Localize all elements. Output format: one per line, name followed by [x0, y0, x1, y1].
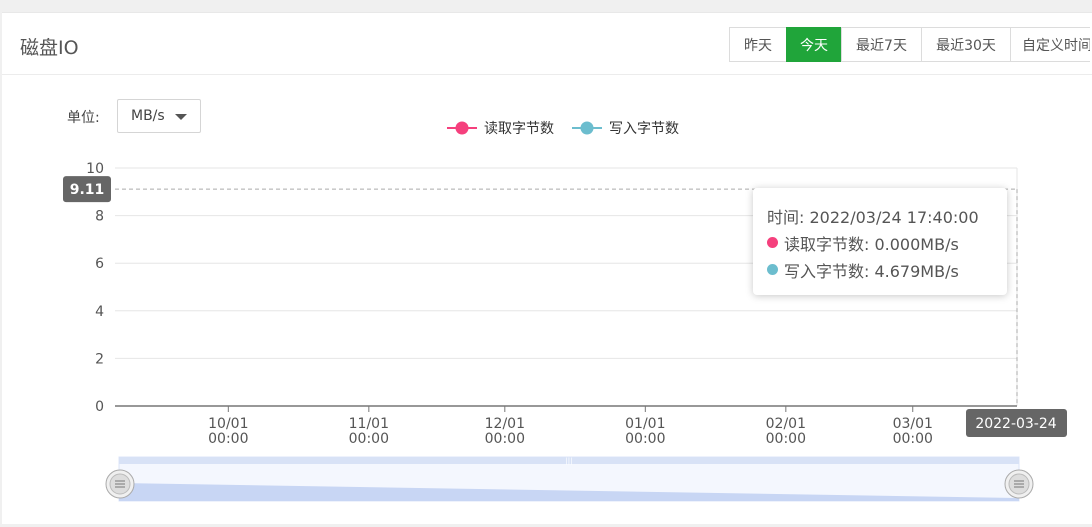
zoom-grip-icon: |||: [565, 457, 572, 465]
x-tick-sublabel-0: 00:00: [208, 431, 248, 447]
y-tick-label-0: 0: [95, 399, 104, 415]
y-tick-label-4: 8: [95, 209, 104, 225]
legend-label-0[interactable]: 读取字节数: [484, 120, 554, 137]
x-tick-sublabel-5: 00:00: [893, 431, 933, 447]
x-tick-label-1: 11/01: [349, 416, 389, 432]
x-tick-sublabel-4: 00:00: [766, 431, 806, 447]
crosshair-x-label: 2022-03-24: [975, 416, 1056, 432]
chart-tooltip: 时间: 2022/03/24 17:40:00 读取字节数: 0.000MB/s…: [753, 188, 1007, 295]
legend-label-1[interactable]: 写入字节数: [609, 121, 679, 137]
tooltip-time: 时间: 2022/03/24 17:40:00: [767, 207, 979, 227]
tooltip-write-row: 写入字节数: 4.679MB/s: [767, 256, 993, 283]
x-tick-sublabel-3: 00:00: [625, 431, 665, 447]
y-tick-label-3: 6: [95, 256, 104, 272]
chart-legend: 读取字节数 写入字节数: [447, 120, 679, 137]
x-tick-label-3: 01/01: [625, 416, 665, 432]
data-zoom-slider: |||: [105, 456, 1034, 502]
write-dot-icon: [767, 264, 778, 275]
legend-marker-1: [580, 121, 594, 135]
x-tick-label-2: 12/01: [485, 416, 525, 432]
x-tick-label-4: 02/01: [766, 416, 806, 432]
y-tick-label-5: 10: [86, 161, 104, 177]
crosshair-y-label: 9.11: [70, 182, 105, 198]
legend-marker-0: [455, 121, 469, 135]
x-axis: 10/0100:0011/0100:0012/0100:0001/0100:00…: [115, 405, 1017, 447]
read-dot-icon: [767, 237, 778, 248]
tooltip-read-row: 读取字节数: 0.000MB/s: [767, 229, 993, 256]
x-tick-label-0: 10/01: [208, 416, 248, 432]
y-tick-label-1: 2: [95, 351, 104, 367]
y-tick-label-2: 4: [95, 304, 104, 320]
x-tick-sublabel-1: 00:00: [349, 431, 389, 447]
x-tick-label-5: 03/01: [893, 416, 933, 432]
x-tick-sublabel-2: 00:00: [485, 431, 525, 447]
